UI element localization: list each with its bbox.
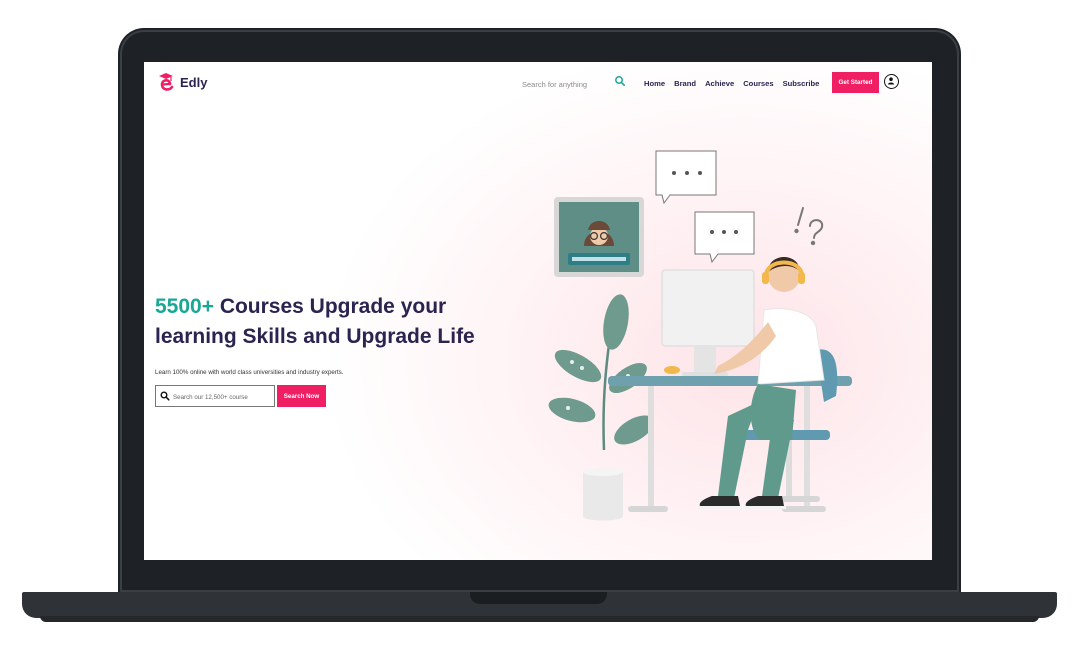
laptop-notch [470,592,607,604]
laptop-base-shadow [40,616,1039,622]
speech-bubble-middle-icon [694,211,755,264]
nav-link-home[interactable]: Home [644,79,665,88]
laptop-screen: Edly Home Brand Achieve Courses Subscrib… [144,62,932,560]
hero-subtitle: Learn 100% online with world class unive… [155,369,344,376]
search-now-button[interactable]: Search Now [277,385,326,407]
user-glyph-icon [888,77,894,85]
user-icon[interactable] [884,74,899,89]
hero-title: 5500+ Courses Upgrade your learning Skil… [155,292,485,352]
exclamation-question-icon [794,207,824,246]
nav-link-achieve[interactable]: Achieve [705,79,734,88]
graduation-logo-icon [159,73,174,91]
video-call-window-icon [554,197,644,277]
potted-plant-icon [548,294,654,521]
course-search-icon [160,391,170,401]
nav-link-courses[interactable]: Courses [743,79,773,88]
hero-title-accent: 5500+ [155,295,214,318]
nav-link-brand[interactable]: Brand [674,79,696,88]
nav-menu: Home Brand Achieve Courses Subscribe [644,79,819,88]
speech-bubble-top-icon [655,150,717,205]
hero-illustration [548,150,852,521]
search-icon[interactable] [614,75,626,87]
course-search-box [155,385,275,407]
top-navbar: Edly Home Brand Achieve Courses Subscrib… [144,62,932,104]
logo[interactable]: Edly [156,71,207,93]
course-search-input[interactable] [171,390,275,404]
get-started-button[interactable]: Get Started [832,72,879,93]
logo-text: Edly [180,74,208,90]
nav-link-subscribe[interactable]: Subscribe [783,79,820,88]
